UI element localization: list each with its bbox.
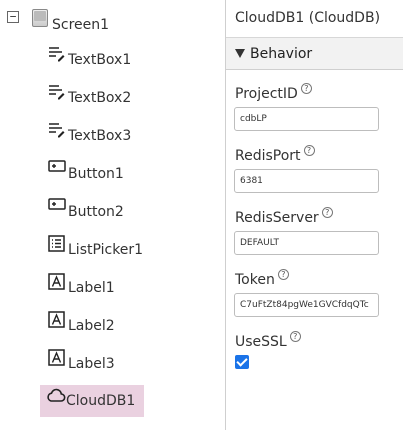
help-icon[interactable]: ? (277, 269, 289, 280)
tree-item-label: Label3 (68, 356, 115, 372)
projectid-label: ProjectID? (235, 83, 312, 102)
screen-icon (32, 9, 48, 27)
tree-item-label: Screen1 (52, 17, 110, 33)
token-label: Token? (235, 269, 289, 288)
redisport-input[interactable]: 6381 (234, 169, 379, 193)
property-name: Token (235, 272, 275, 288)
tree-item-textbox2[interactable]: TextBox2 (48, 85, 131, 111)
tree-item-textbox1[interactable]: TextBox1 (48, 47, 131, 73)
tree-item-clouddb1[interactable]: CloudDB1 (40, 385, 144, 417)
redisport-label: RedisPort? (235, 145, 315, 164)
section-label: Behavior (250, 45, 313, 62)
designer-panel: − Screen1 TextBox1 TextBox2 TextBox3 But… (0, 0, 403, 430)
tree-item-label3[interactable]: Label3 (48, 349, 115, 377)
tree-item-button2[interactable]: Button2 (48, 197, 124, 225)
tree-item-label: Label2 (68, 318, 115, 334)
tree-item-listpicker1[interactable]: ListPicker1 (48, 235, 144, 263)
property-name: UseSSL (235, 334, 287, 350)
label-icon (48, 273, 66, 291)
help-icon[interactable]: ? (289, 331, 301, 342)
tree-item-button1[interactable]: Button1 (48, 159, 124, 187)
projectid-input[interactable]: cdbLP (234, 107, 379, 131)
usessl-checkbox[interactable] (235, 355, 249, 369)
help-icon[interactable]: ? (303, 145, 315, 156)
button-icon (48, 159, 66, 177)
triangle-down-icon (235, 49, 245, 58)
property-name: ProjectID (235, 86, 298, 102)
token-input[interactable]: C7uFtZt84pgWe1GVCfdqQTc (234, 293, 379, 317)
tree-item-label: Button1 (68, 166, 124, 182)
components-tree: − Screen1 TextBox1 TextBox2 TextBox3 But… (0, 0, 225, 430)
tree-item-label2[interactable]: Label2 (48, 311, 115, 339)
label-icon (48, 349, 66, 367)
behavior-section-header[interactable]: Behavior (226, 38, 403, 70)
properties-title: CloudDB1 (CloudDB) (235, 10, 381, 26)
textbox-icon (48, 45, 66, 63)
label-icon (48, 311, 66, 329)
button-icon (48, 197, 66, 215)
tree-item-label: CloudDB1 (66, 393, 136, 409)
property-name: RedisServer (235, 210, 319, 226)
tree-item-label: TextBox1 (68, 52, 132, 68)
redisserver-input[interactable]: DEFAULT (234, 231, 379, 255)
tree-item-label: Label1 (68, 280, 115, 296)
properties-panel: CloudDB1 (CloudDB) Behavior ProjectID? c… (226, 0, 403, 430)
collapse-toggle[interactable]: − (7, 11, 19, 23)
tree-item-label1[interactable]: Label1 (48, 273, 115, 301)
help-icon[interactable]: ? (300, 83, 312, 94)
tree-item-label: ListPicker1 (68, 242, 144, 258)
textbox-icon (48, 83, 66, 101)
usessl-label: UseSSL? (235, 331, 301, 350)
textbox-icon (48, 121, 66, 139)
listpicker-icon (48, 235, 66, 253)
cloud-icon (46, 388, 66, 406)
tree-item-label: TextBox2 (68, 90, 132, 106)
property-name: RedisPort (235, 148, 301, 164)
tree-item-label: Button2 (68, 204, 124, 220)
tree-item-textbox3[interactable]: TextBox3 (48, 123, 131, 149)
redisserver-label: RedisServer? (235, 207, 333, 226)
tree-item-screen[interactable]: Screen1 (32, 8, 109, 36)
tree-item-label: TextBox3 (68, 128, 132, 144)
help-icon[interactable]: ? (321, 207, 333, 218)
